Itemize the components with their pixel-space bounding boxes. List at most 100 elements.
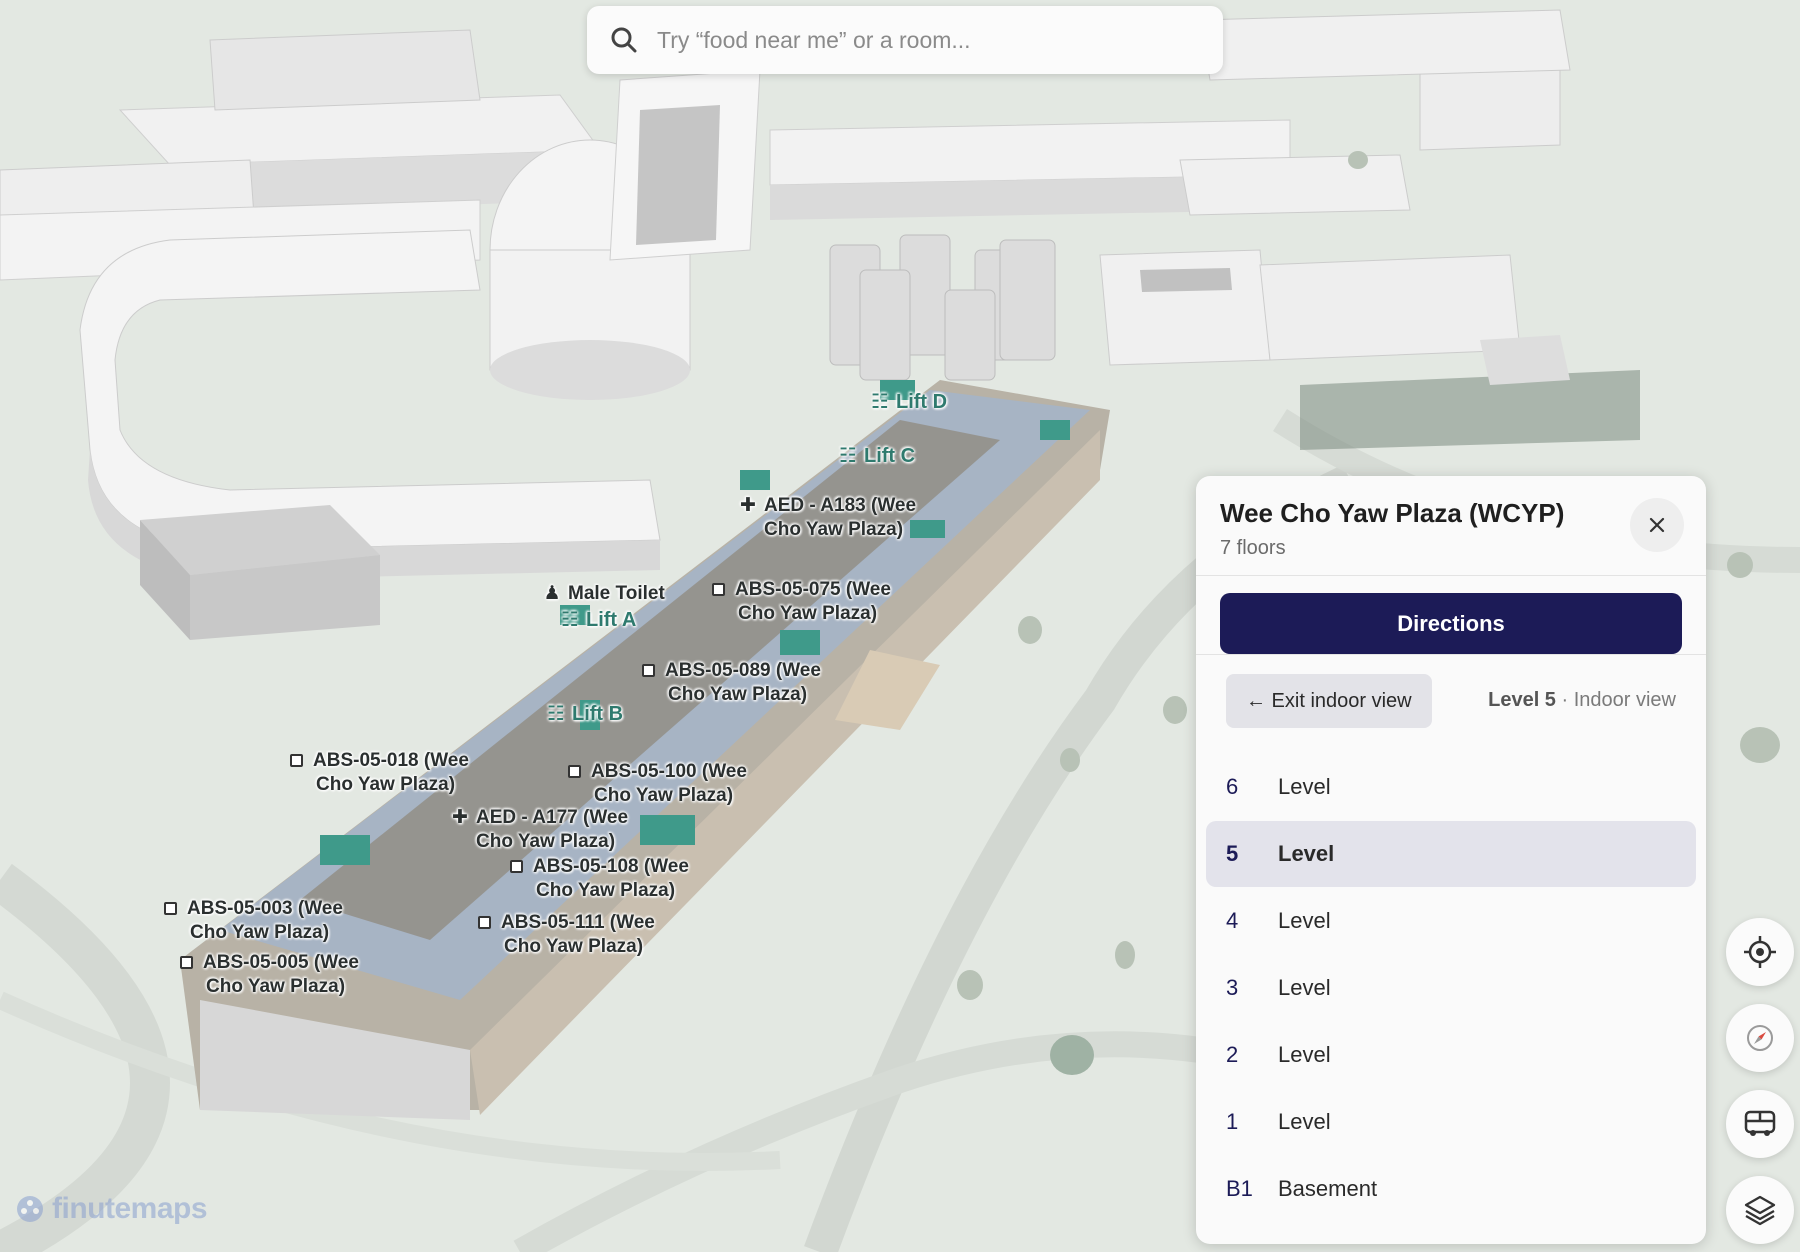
label-text: Male Toilet — [568, 583, 665, 604]
compass-icon — [1747, 1025, 1773, 1051]
floor-item-5[interactable]: 5 Level — [1206, 821, 1696, 887]
room-icon — [164, 902, 177, 915]
floor-number: 3 — [1226, 975, 1239, 1000]
view-mode: · Indoor view — [1561, 689, 1677, 711]
map-label-lift-d[interactable]: ☷ Lift D — [870, 390, 947, 414]
map-label-abs-05-075[interactable]: ABS-05-075 (Wee Cho Yaw Plaza) — [712, 578, 891, 626]
floor-item-3[interactable]: 3 Level — [1206, 955, 1696, 1021]
label-text: ABS-05-003 (Wee — [187, 898, 343, 919]
close-button[interactable] — [1630, 498, 1684, 552]
label-text-line2: Cho Yaw Plaza) — [668, 684, 808, 705]
building-panel: Wee Cho Yaw Plaza (WCYP) 7 floors Direct… — [1196, 476, 1706, 1244]
map-label-abs-05-108[interactable]: ABS-05-108 (Wee Cho Yaw Plaza) — [510, 855, 689, 903]
room-icon — [642, 664, 655, 677]
room-icon — [712, 583, 725, 596]
layers-button[interactable] — [1726, 1176, 1794, 1244]
label-text: Lift D — [896, 391, 948, 413]
map-label-abs-05-005[interactable]: ABS-05-005 (Wee Cho Yaw Plaza) — [180, 951, 359, 999]
floor-item-1[interactable]: 1 Level — [1206, 1089, 1696, 1155]
map-label-abs-05-100[interactable]: ABS-05-100 (Wee Cho Yaw Plaza) — [568, 760, 747, 808]
divider — [1196, 575, 1706, 576]
label-text: ABS-05-111 (Wee — [501, 912, 655, 933]
map-label-abs-05-089[interactable]: ABS-05-089 (Wee Cho Yaw Plaza) — [642, 659, 821, 707]
label-text: ABS-05-100 (Wee — [591, 761, 747, 782]
map-label-aed-a183[interactable]: ✚ AED - A183 (Wee Cho Yaw Plaza) — [738, 494, 916, 542]
label-text-line2: Cho Yaw Plaza) — [536, 880, 676, 901]
map-label-abs-05-111[interactable]: ABS-05-111 (Wee Cho Yaw Plaza) — [478, 911, 655, 959]
lift-icon: ☷ — [547, 703, 565, 725]
search-icon — [611, 27, 637, 53]
building-title: Wee Cho Yaw Plaza (WCYP) — [1220, 498, 1565, 528]
floor-number: 4 — [1226, 908, 1239, 933]
floor-name: Basement — [1278, 1176, 1378, 1201]
search-bar[interactable] — [587, 6, 1223, 74]
label-text-line2: Cho Yaw Plaza) — [594, 785, 734, 806]
map-label-abs-05-003[interactable]: ABS-05-003 (Wee Cho Yaw Plaza) — [164, 897, 343, 945]
directions-button[interactable]: Directions — [1220, 593, 1682, 654]
logo-text: finutemaps — [52, 1192, 208, 1225]
label-text-line2: Cho Yaw Plaza) — [476, 831, 616, 852]
lift-icon: ☷ — [561, 609, 579, 631]
label-text: AED - A183 (Wee — [764, 495, 917, 516]
label-text-line2: Cho Yaw Plaza) — [764, 519, 904, 540]
floor-name: Level — [1278, 1042, 1331, 1067]
floor-count: 7 floors — [1220, 537, 1286, 559]
transit-button[interactable] — [1726, 1090, 1794, 1158]
label-text: ABS-05-108 (Wee — [533, 856, 689, 877]
floor-name: Level — [1278, 975, 1331, 1000]
map-label-lift-b[interactable]: ☷ Lift B — [546, 702, 623, 726]
app-logo: finutemaps — [14, 1192, 208, 1226]
aed-icon: ✚ — [452, 807, 468, 828]
floor-item-6[interactable]: 6 Level — [1206, 754, 1696, 820]
floor-item-4[interactable]: 4 Level — [1206, 888, 1696, 954]
room-icon — [568, 765, 581, 778]
lift-icon: ☷ — [839, 445, 857, 467]
layers-icon — [1744, 1195, 1776, 1226]
logo-icon — [17, 1196, 43, 1222]
label-text-line2: Cho Yaw Plaza) — [504, 936, 644, 957]
search-input[interactable] — [657, 26, 1223, 54]
map-label-abs-05-018[interactable]: ABS-05-018 (Wee Cho Yaw Plaza) — [290, 749, 469, 797]
label-text: AED - A177 (Wee — [476, 807, 629, 828]
room-icon — [290, 754, 303, 767]
label-text: Lift C — [864, 445, 916, 467]
floor-list: 6 Level 5 Level 4 Level 3 Level 2 Level … — [1206, 754, 1696, 1223]
locate-button[interactable] — [1726, 918, 1794, 986]
map-label-lift-a[interactable]: ☷ Lift A — [560, 608, 636, 632]
lift-icon: ☷ — [871, 391, 889, 413]
floor-item-b1[interactable]: B1 Basement — [1206, 1156, 1696, 1222]
floor-number: 2 — [1226, 1042, 1239, 1067]
compass-button[interactable] — [1726, 1004, 1794, 1072]
label-text: ABS-05-075 (Wee — [735, 579, 891, 600]
label-text: Lift B — [572, 703, 624, 725]
floor-name: Level — [1278, 908, 1331, 933]
close-icon — [1649, 517, 1665, 533]
room-icon — [510, 860, 523, 873]
locate-icon — [1744, 936, 1776, 968]
level-status: Level 5 · Indoor view — [1488, 689, 1676, 712]
floor-name: Level — [1278, 774, 1331, 799]
label-text-line2: Cho Yaw Plaza) — [206, 976, 346, 997]
label-text: ABS-05-005 (Wee — [203, 952, 359, 973]
exit-indoor-view-button[interactable]: ← Exit indoor view — [1226, 674, 1432, 728]
floor-number: 6 — [1226, 774, 1239, 799]
aed-icon: ✚ — [740, 495, 756, 516]
label-text: Lift A — [586, 609, 637, 631]
floor-number: 5 — [1226, 841, 1239, 866]
panel-header: Wee Cho Yaw Plaza (WCYP) 7 floors — [1220, 498, 1564, 560]
map-label-lift-c[interactable]: ☷ Lift C — [838, 444, 915, 468]
map-label-aed-a177[interactable]: ✚ AED - A177 (Wee Cho Yaw Plaza) — [450, 806, 628, 854]
floor-number: 1 — [1226, 1109, 1239, 1134]
bus-icon — [1744, 1110, 1776, 1136]
floor-item-2[interactable]: 2 Level — [1206, 1022, 1696, 1088]
floor-name: Level — [1278, 1109, 1331, 1134]
floor-number: B1 — [1226, 1176, 1253, 1201]
label-text-line2: Cho Yaw Plaza) — [738, 603, 878, 624]
male-toilet-icon: ♟ — [543, 583, 561, 604]
divider — [1196, 654, 1706, 655]
current-level: Level 5 — [1488, 689, 1556, 711]
label-text: ABS-05-018 (Wee — [313, 750, 469, 771]
floor-name: Level — [1278, 841, 1335, 866]
map-label-male-toilet[interactable]: ♟ Male Toilet — [542, 582, 665, 606]
room-icon — [180, 956, 193, 969]
